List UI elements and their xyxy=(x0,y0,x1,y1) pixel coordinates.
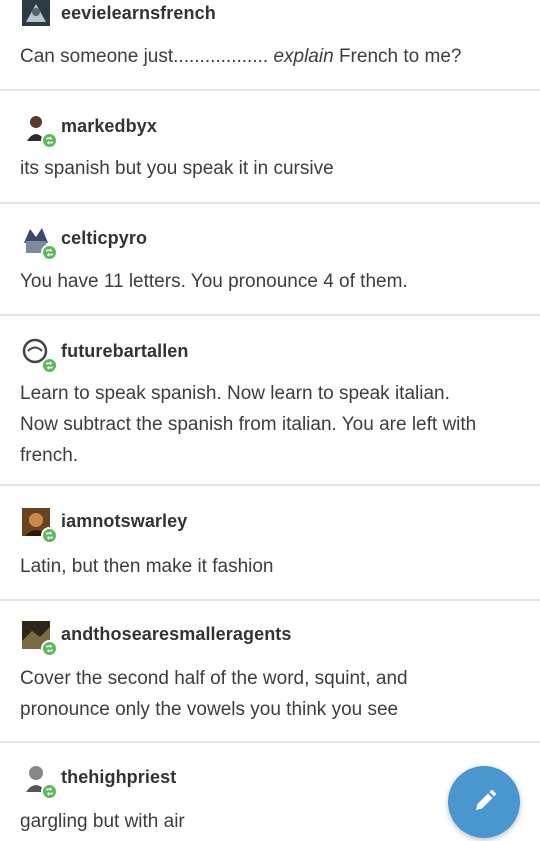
post-text-line: Now subtract the spanish from italian. Y… xyxy=(20,414,477,435)
post-text-line: french. xyxy=(20,445,79,466)
username[interactable]: markedbyx xyxy=(61,116,157,137)
reblog-icon xyxy=(41,783,58,800)
avatar-thehighpriest[interactable] xyxy=(22,764,58,800)
avatar-andthosearesmalleragents[interactable] xyxy=(22,621,58,657)
pencil-icon xyxy=(476,790,496,810)
reblog-icon xyxy=(41,640,58,657)
post-text-line: pronounce only the vowels you think you … xyxy=(20,699,399,720)
avatar-markedbyx[interactable] xyxy=(22,113,58,149)
post-text: Learn to speak spanish. Now learn to spe… xyxy=(20,378,525,471)
post-divider xyxy=(0,599,540,601)
post-text: You have 11 letters. You pronounce 4 of … xyxy=(20,271,408,292)
reblog-icon xyxy=(41,357,58,374)
reblog-icon xyxy=(41,244,58,261)
username[interactable]: thehighpriest xyxy=(61,767,176,788)
post-text-line: Cover the second half of the word, squin… xyxy=(20,668,408,689)
post-divider xyxy=(0,314,540,316)
post-divider xyxy=(0,741,540,743)
post-text: Can someone just.................. expla… xyxy=(20,46,462,67)
reblog-icon xyxy=(41,132,58,149)
avatar-eevielearnsfrench[interactable] xyxy=(22,0,50,26)
post-divider xyxy=(0,89,540,91)
username[interactable]: andthosearesmalleragents xyxy=(61,624,292,645)
post-text: Cover the second half of the word, squin… xyxy=(20,663,525,725)
post-text-line: Learn to speak spanish. Now learn to spe… xyxy=(20,383,450,404)
username[interactable]: eevielearnsfrench xyxy=(61,3,216,24)
post-divider xyxy=(0,484,540,486)
avatar-image xyxy=(22,0,50,26)
reblog-icon xyxy=(41,527,58,544)
avatar-iamnotswarley[interactable] xyxy=(22,508,58,544)
username[interactable]: iamnotswarley xyxy=(61,511,187,532)
post-divider xyxy=(0,202,540,204)
compose-button[interactable] xyxy=(448,766,520,838)
avatar-futurebartallen[interactable] xyxy=(22,338,58,374)
post-text: its spanish but you speak it in cursive xyxy=(20,158,334,179)
username[interactable]: futurebartallen xyxy=(61,341,189,362)
avatar-celticpyro[interactable] xyxy=(22,225,58,261)
username[interactable]: celticpyro xyxy=(61,228,147,249)
post-text: Latin, but then make it fashion xyxy=(20,556,274,577)
